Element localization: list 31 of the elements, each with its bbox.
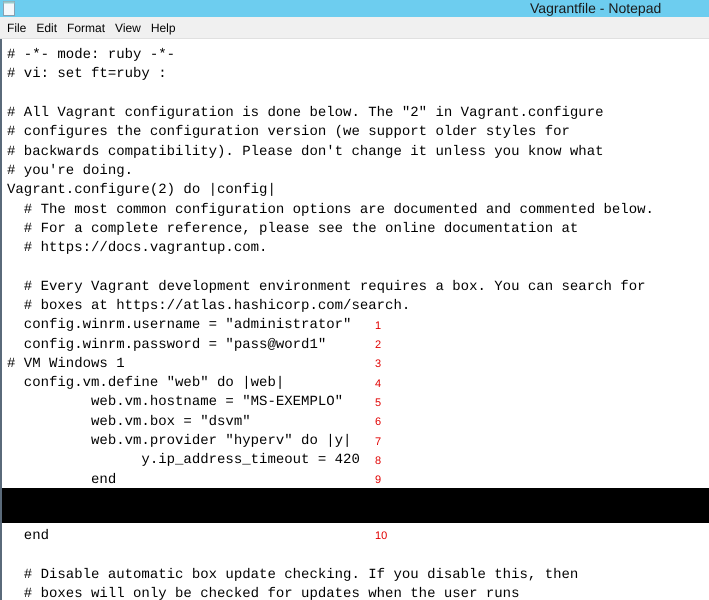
code-line: # Disable automatic box update checking. If you disable this, then — [22, 566, 578, 585]
menu-item[interactable]: View — [110, 18, 146, 36]
code-line: end — [22, 526, 50, 546]
code-line: Vagrant.configure(2) do |config| — [6, 181, 277, 200]
code-line: config.winrm.username = "administrator" — [22, 316, 352, 336]
code-line: config.vm.define "web" do |web| — [22, 374, 286, 394]
window-title: Vagrantfile - Notepad — [530, 0, 662, 17]
code-line: # configures the configuration version (we support older styles for — [6, 123, 570, 142]
code-line: # For a complete reference, please see the online documentation at — [22, 220, 578, 239]
code-line: config.winrm.password = "pass@word1" — [22, 336, 328, 355]
code-line: # boxes will only be checked for updates when the user runs — [22, 584, 520, 600]
code-line: # backwards compatibility). Please don't change it unless you know what — [6, 142, 604, 162]
code-line: # VM Windows 1 — [6, 354, 126, 374]
menu-item[interactable]: Help — [146, 18, 181, 36]
menu-item[interactable]: File — [2, 18, 32, 36]
code-line: web.vm.provider "hyperv" do |y| — [90, 432, 352, 452]
menu-item[interactable]: Edit — [31, 18, 62, 36]
code-line: # The most common configuration options are documented and commented below. — [22, 200, 654, 220]
menu-item[interactable]: Format — [62, 18, 110, 36]
code-line: # All Vagrant configuration is done below. The "2" in Vagrant.configure — [6, 104, 604, 124]
code-line: web.vm.box = "dsvm" — [90, 412, 252, 432]
code-line: # https://docs.vagrantup.com. — [22, 239, 268, 258]
code-line: # boxes at https://atlas.hashicorp.com/search. — [22, 297, 410, 316]
text-area[interactable] — [0, 39, 709, 600]
code-line: # vi: set ft=ruby : — [6, 65, 168, 84]
code-line: web.vm.hostname = "MS-EXEMPLO" — [90, 393, 344, 412]
code-line: end — [90, 470, 118, 490]
code-line: y.ip_address_timeout = 420 — [140, 451, 361, 470]
code-line: # Every Vagrant development environment requires a box. You can search for — [22, 278, 646, 297]
code-line: # you're doing. — [6, 162, 134, 181]
code-line: # -*- mode: ruby -*- — [6, 46, 176, 66]
